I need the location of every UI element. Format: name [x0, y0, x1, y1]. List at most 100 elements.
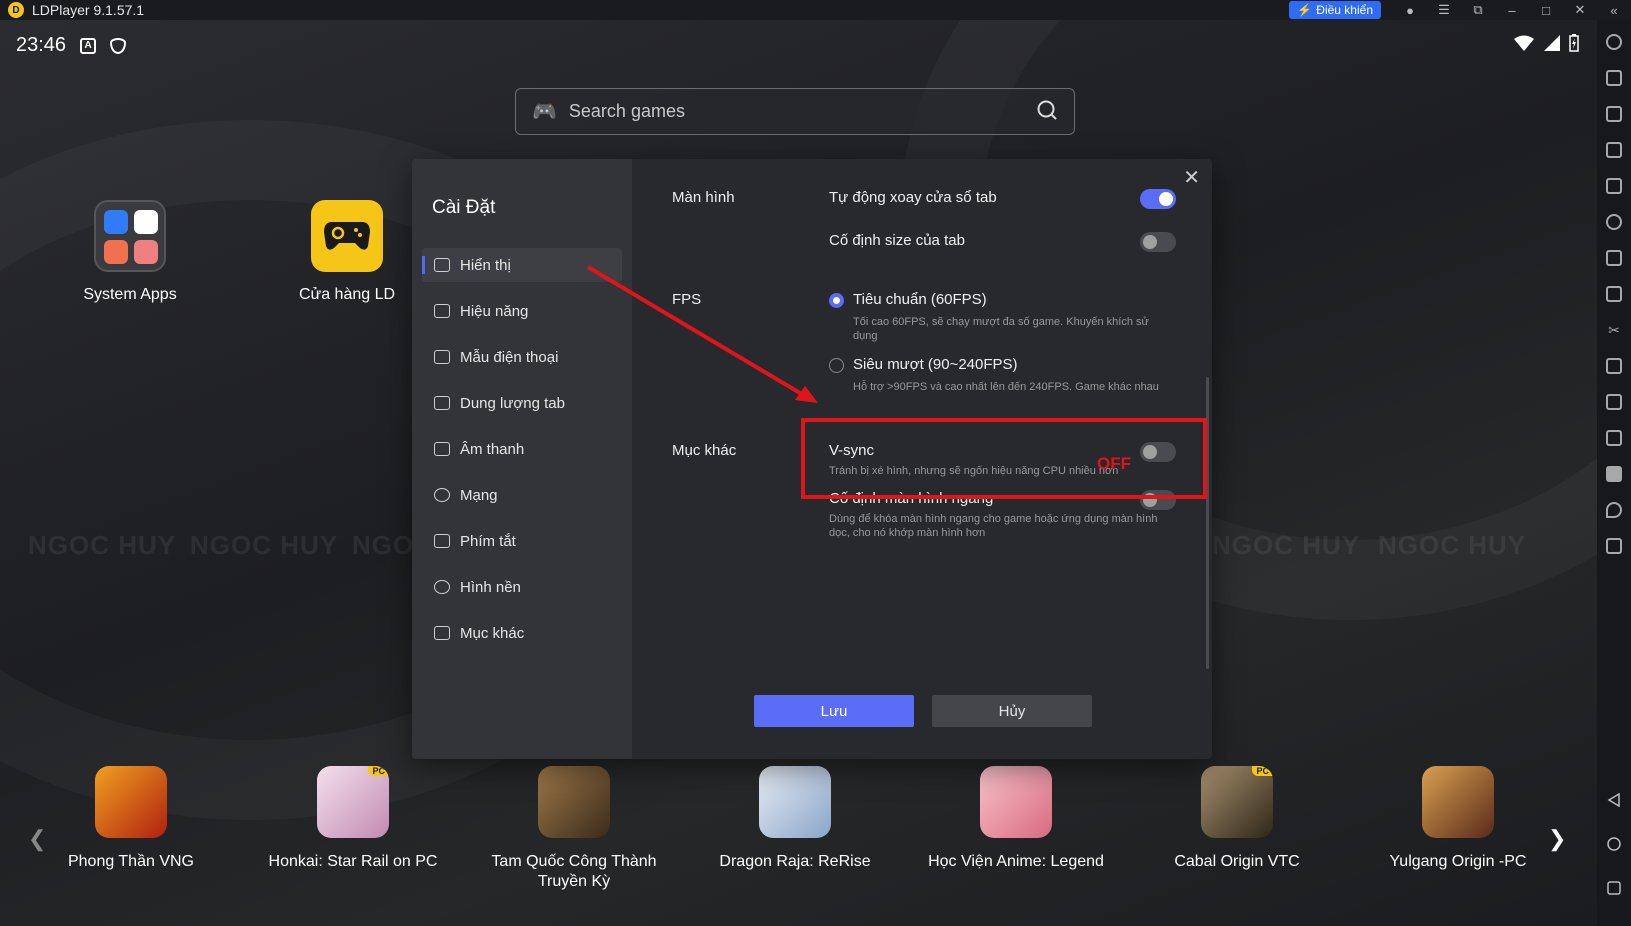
- ld-store-icon: [311, 200, 383, 272]
- fixed-size-toggle[interactable]: [1140, 232, 1176, 252]
- maximize-icon[interactable]: □: [1529, 3, 1563, 18]
- settings-sidebar: Cài Đặt Hiển thị Hiệu năng Mẫu điện thoạ…: [412, 159, 632, 759]
- android-desktop: 23:46 A 🎮 Search games System Apps Cửa h…: [0, 20, 1597, 926]
- fullscreen-icon[interactable]: [1606, 178, 1622, 194]
- popout-icon[interactable]: ⧉: [1461, 2, 1495, 18]
- performance-icon: [434, 304, 450, 318]
- back-icon[interactable]: [1606, 792, 1622, 808]
- app-label: Cửa hàng LD: [298, 286, 396, 303]
- menu-item-shortcuts[interactable]: Phím tắt: [422, 524, 622, 558]
- system-apps-folder[interactable]: System Apps: [65, 200, 195, 304]
- cancel-button[interactable]: Hủy: [932, 695, 1092, 727]
- menu-item-display[interactable]: Hiển thị: [422, 248, 622, 282]
- game-icon: [980, 766, 1052, 838]
- status-icons: [1513, 34, 1579, 52]
- control-button[interactable]: ⚡ Điều khiển: [1289, 1, 1381, 19]
- off-annotation: OFF: [1097, 454, 1131, 473]
- menu-icon[interactable]: ☰: [1427, 2, 1461, 18]
- recents-icon[interactable]: [1606, 880, 1622, 896]
- menu-item-other[interactable]: Mục khác: [422, 616, 622, 650]
- folder-icon: [434, 350, 450, 364]
- fixed-size-label: Cố định size của tab: [829, 232, 965, 249]
- title-bar: D LDPlayer 9.1.57.1 ⚡ Điều khiển ● ☰ ⧉ – …: [0, 0, 1631, 20]
- game-label: Tam Quốc Công Thành Truyền Kỳ: [491, 853, 657, 890]
- keyboard-icon: [434, 534, 450, 548]
- script-icon[interactable]: [1606, 394, 1622, 410]
- settings-dialog: Cài Đặt Hiển thị Hiệu năng Mẫu điện thoạ…: [412, 159, 1212, 759]
- game-item[interactable]: Dragon Raja: ReRise: [700, 766, 890, 872]
- keyboard-icon: A: [80, 37, 97, 54]
- game-item[interactable]: Tam Quốc Công Thành Truyền Kỳ: [479, 766, 669, 892]
- system-apps-icon: [94, 200, 166, 272]
- section-label-fps: FPS: [672, 291, 702, 308]
- ldplayer-logo-icon: D: [8, 2, 24, 18]
- play-store-mini-icon: [134, 210, 158, 234]
- game-item[interactable]: Phong Thần VNG: [36, 766, 226, 872]
- wifi-icon: [1514, 35, 1534, 51]
- multi-instance-icon[interactable]: [1606, 538, 1622, 554]
- dialog-title: Cài Đặt: [432, 197, 496, 218]
- minimize-icon[interactable]: –: [1495, 3, 1529, 18]
- clock: 23:46: [16, 34, 67, 56]
- game-item[interactable]: PC Cabal Origin VTC: [1142, 766, 1332, 872]
- ld-store-app[interactable]: Cửa hàng LD: [282, 200, 412, 304]
- game-icon: PC: [1201, 766, 1273, 838]
- close-window-icon[interactable]: ✕: [1563, 2, 1597, 18]
- gallery-mini-icon: [134, 240, 158, 264]
- location-icon[interactable]: [1606, 502, 1622, 518]
- game-icon: [538, 766, 610, 838]
- fps-smooth-radio[interactable]: [829, 358, 844, 373]
- volume-down-icon[interactable]: [1606, 142, 1622, 158]
- game-item[interactable]: PC Honkai: Star Rail on PC: [258, 766, 448, 872]
- home-icon[interactable]: [1606, 836, 1622, 852]
- menu-item-sound[interactable]: Âm thanh: [422, 432, 622, 466]
- game-item[interactable]: Yulgang Origin -PC: [1363, 766, 1553, 872]
- scissors-icon[interactable]: ✂: [1606, 322, 1622, 338]
- search-bar[interactable]: 🎮 Search games: [515, 88, 1075, 135]
- search-icon[interactable]: [1036, 99, 1058, 121]
- watermark: NGOC HUY: [190, 530, 339, 560]
- settings-gear-icon[interactable]: [1606, 34, 1622, 50]
- highlight-box: [801, 418, 1207, 499]
- watermark: NGOC HUY: [1378, 530, 1527, 560]
- lock-icon[interactable]: [1606, 214, 1622, 230]
- keyboard-mapping-icon[interactable]: [1606, 70, 1622, 86]
- auto-rotate-toggle[interactable]: [1140, 189, 1176, 209]
- robot-icon[interactable]: [1606, 286, 1622, 302]
- gamepad-icon: 🎮: [532, 101, 557, 123]
- game-label: Yulgang Origin -PC: [1389, 853, 1527, 870]
- lightning-icon: ⚡: [1297, 3, 1313, 17]
- globe-icon: [434, 488, 450, 502]
- menu-item-performance[interactable]: Hiệu năng: [422, 294, 622, 328]
- settings-mini-icon: [104, 210, 128, 234]
- landscape-desc: Dùng để khóa màn hình ngang cho game hoặ…: [829, 513, 1158, 539]
- game-dock: ❮ Phong Thần VNG PC Honkai: Star Rail on …: [0, 766, 1597, 906]
- folder-icon[interactable]: [1606, 466, 1622, 482]
- add-app-icon[interactable]: [1606, 250, 1622, 266]
- game-icon: [1422, 766, 1494, 838]
- settings-menu: Hiển thị Hiệu năng Mẫu điện thoại Dung l…: [422, 248, 622, 662]
- menu-item-phone-model[interactable]: Mẫu điện thoại: [422, 340, 622, 374]
- game-icon: [95, 766, 167, 838]
- fps-standard-desc: Tối cao 60FPS, sẽ chạy mượt đa số game. …: [853, 316, 1149, 342]
- game-label: Cabal Origin VTC: [1174, 853, 1300, 870]
- shake-icon[interactable]: [1606, 430, 1622, 446]
- save-button[interactable]: Lưu: [754, 695, 914, 727]
- right-toolbar: ✂: [1597, 20, 1631, 926]
- fps-smooth-desc: Hỗ trợ >90FPS và cao nhất lên đến 240FPS…: [853, 381, 1159, 396]
- menu-item-wallpaper[interactable]: Hình nền: [422, 570, 622, 604]
- menu-item-storage[interactable]: Dung lượng tab: [422, 386, 622, 420]
- close-dialog-icon[interactable]: ✕: [1183, 165, 1200, 190]
- record-icon[interactable]: [1606, 358, 1622, 374]
- scroll-right-icon[interactable]: ❯: [1548, 826, 1566, 852]
- collapse-sidebar-icon[interactable]: «: [1597, 3, 1631, 18]
- account-icon[interactable]: ●: [1393, 3, 1427, 18]
- game-label: Phong Thần VNG: [67, 853, 194, 870]
- menu-item-network[interactable]: Mạng: [422, 478, 622, 512]
- game-item[interactable]: Học Viện Anime: Legend: [921, 766, 1111, 872]
- game-icon: PC: [317, 766, 389, 838]
- watermark: NGOC HUY: [28, 530, 177, 560]
- volume-up-icon[interactable]: [1606, 106, 1622, 122]
- fps-standard-radio[interactable]: [829, 293, 844, 308]
- fps-standard-label: Tiêu chuẩn (60FPS): [853, 291, 987, 308]
